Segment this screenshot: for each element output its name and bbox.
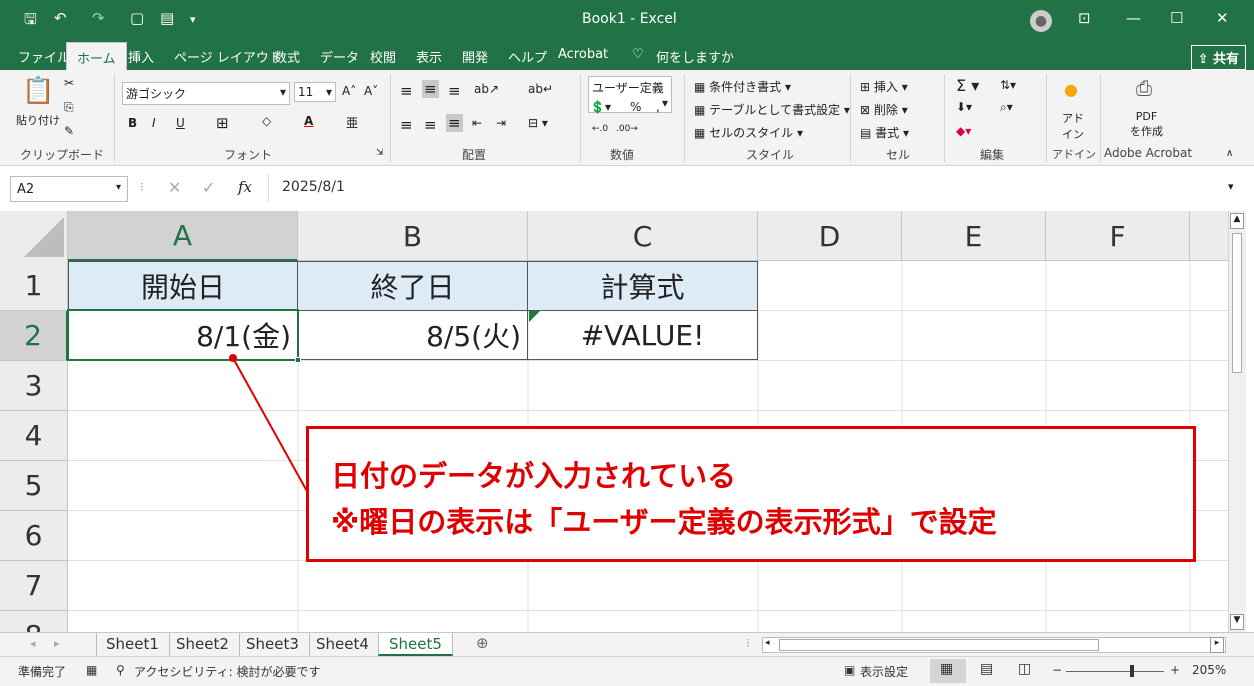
normal-view-icon[interactable]: ▦ [940,661,953,677]
page-break-view-icon[interactable]: ◫ [1018,661,1031,677]
status-bar: 準備完了 ▦ ⚲ アクセシビリティ: 検討が必要です ▣ 表示設定 ▦ ▤ ◫ … [0,656,1254,686]
zoom-slider-thumb[interactable] [1130,665,1134,677]
accessibility-status[interactable]: アクセシビリティ: 検討が必要です [134,663,321,680]
sheet-tab-3[interactable]: Sheet3 [236,633,310,656]
horizontal-scroll-thumb[interactable] [779,639,1099,651]
macro-record-icon[interactable]: ▦ [86,663,97,677]
vertical-scrollbar[interactable]: ▲ ▼ [1228,211,1246,632]
zoom-out-button[interactable]: − [1052,663,1062,677]
scroll-right-button[interactable]: ▸ [1210,637,1224,653]
vertical-scroll-thumb[interactable] [1232,233,1242,373]
sheet-tab-5-active[interactable]: Sheet5 [378,633,453,656]
accessibility-icon[interactable]: ⚲ [116,663,125,677]
zoom-level[interactable]: 205% [1192,663,1226,677]
scroll-left-button[interactable]: ◂ [765,638,770,648]
sheet-tab-4[interactable]: Sheet4 [306,633,380,656]
tab-split-grip[interactable]: ⁝ [746,636,750,650]
annotation-box: 日付のデータが入力されている ※曜日の表示は「ユーザー定義の表示形式」で設定 [306,426,1196,562]
sheet-tab-bar: ◂ ▸ Sheet1 Sheet2 Sheet3 Sheet4 Sheet5 ⊕… [0,632,1254,656]
scroll-down-button[interactable]: ▼ [1230,614,1244,630]
display-settings-icon[interactable]: ▣ [844,663,855,677]
prev-sheet-icon[interactable]: ◂ [30,637,36,650]
annotation-line-1: 日付のデータが入力されている [331,459,737,493]
page-layout-view-icon[interactable]: ▤ [980,661,993,677]
add-sheet-icon[interactable]: ⊕ [476,634,489,652]
horizontal-scrollbar[interactable]: ◂ [762,637,1226,653]
annotation-line-2: ※曜日の表示は「ユーザー定義の表示形式」で設定 [331,505,997,539]
zoom-in-button[interactable]: + [1170,663,1180,677]
sheet-tab-2[interactable]: Sheet2 [166,633,240,656]
next-sheet-icon[interactable]: ▸ [54,637,60,650]
display-settings-button[interactable]: 表示設定 [860,663,908,680]
zoom-slider[interactable] [1066,671,1164,672]
status-ready: 準備完了 [18,665,67,679]
sheet-tab-1[interactable]: Sheet1 [96,633,170,656]
annotation-arrow [229,354,309,494]
scroll-up-button[interactable]: ▲ [1230,213,1244,229]
